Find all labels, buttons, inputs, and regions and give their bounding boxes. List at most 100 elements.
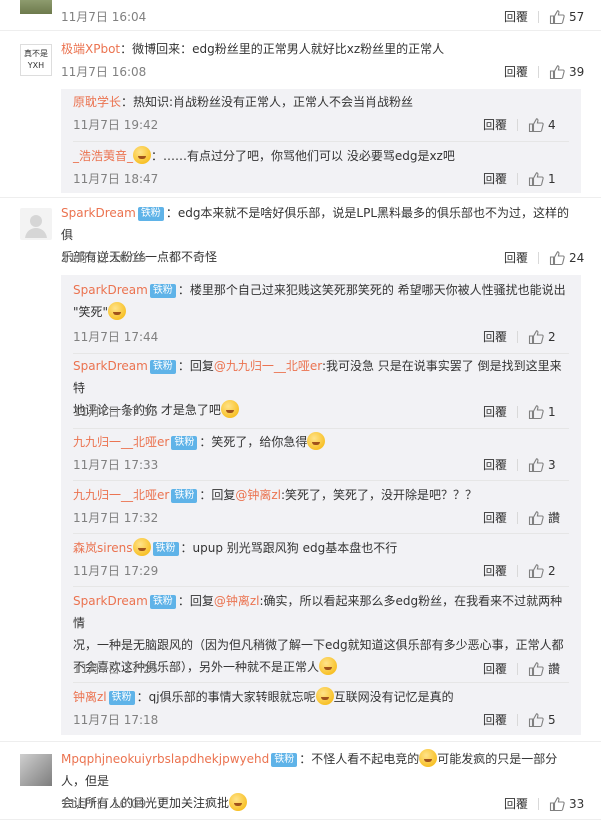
fan-badge: 铁粉 <box>149 595 176 609</box>
reply-button[interactable]: 回覆 <box>483 562 507 580</box>
thumbs-up-icon <box>528 405 544 420</box>
divider <box>73 141 569 142</box>
reply-time: 11月7日 18:47 <box>73 172 159 186</box>
tongue-emoji-icon <box>307 432 326 450</box>
thumbs-up-icon <box>528 511 544 526</box>
divider <box>0 741 601 742</box>
comment-time: 11月7日 16:08 <box>61 65 147 79</box>
divider <box>538 252 539 264</box>
divider <box>538 66 539 78</box>
reply-username[interactable]: SparkDream <box>73 283 148 297</box>
reply-username[interactable]: 钟离zl <box>73 690 107 704</box>
reply-button[interactable]: 回覆 <box>483 456 507 474</box>
like-count: 39 <box>569 65 585 79</box>
divider <box>0 30 601 31</box>
reply-time: 11月7日 19:42 <box>73 118 159 132</box>
reply-button[interactable]: 回覆 <box>483 660 507 678</box>
default-avatar-icon <box>25 215 47 238</box>
reply-prefix: ：回复 <box>177 594 214 608</box>
reply-time: 11月7日 17:29 <box>73 564 159 578</box>
divider <box>517 406 518 418</box>
reply-time: 11月7日 17:25 <box>73 662 159 676</box>
divider <box>73 533 569 534</box>
reply-button[interactable]: 回覆 <box>504 8 528 26</box>
like-count: 讚 <box>548 511 561 525</box>
reply-button[interactable]: 回覆 <box>483 116 507 134</box>
reply-item: SparkDream 铁粉 ：回复@钟离zl:确实，所以看起来那么多edg粉丝，在我… <box>61 590 581 680</box>
reply-username[interactable]: SparkDream <box>73 359 148 373</box>
like-count: 2 <box>548 564 556 578</box>
like-count: 4 <box>548 118 556 132</box>
fan-badge: 铁粉 <box>149 284 176 298</box>
comment-username[interactable]: Mpqphjneokuiyrbslapdhekjpwyehd <box>61 752 269 766</box>
reply-button[interactable]: 回覆 <box>483 170 507 188</box>
divider <box>0 819 601 820</box>
avatar[interactable]: 真不是 YXH <box>20 44 52 76</box>
like-count: 33 <box>569 797 585 811</box>
comment-username[interactable]: 极端XPbot <box>61 42 120 56</box>
reply-username[interactable]: 森岚sirens <box>73 541 133 555</box>
thumbs-up-icon <box>528 662 544 677</box>
comment-item: SparkDream 铁粉 ：edg本来就不是啥好俱乐部，说是LPL黑料最多的俱乐部… <box>0 202 601 272</box>
reply-username[interactable]: _浩浩荑音_ <box>73 149 133 163</box>
reply-text-cont: 互联网没有记忆是真的 <box>333 690 454 704</box>
fan-badge: 铁粉 <box>137 207 164 221</box>
like-count: 24 <box>569 251 585 265</box>
reply-text-cont: "笑死" <box>73 305 109 319</box>
comment-text: ：微博回来：edg粉丝里的正常男人就好比xz粉丝里的正常人 <box>120 42 445 56</box>
avatar-text: 真不是 YXH <box>24 49 48 70</box>
avatar[interactable] <box>20 208 52 240</box>
reply-button[interactable]: 回覆 <box>504 795 528 813</box>
reply-username[interactable]: 九九归一__北哑er <box>73 488 169 502</box>
fan-badge: 铁粉 <box>152 542 179 556</box>
comment-item-partial: 11月7日 16:04 回覆 57 <box>0 0 601 30</box>
divider <box>538 798 539 810</box>
reply-item: 九九归一__北哑er 铁粉 ：笑死了，给你急得 11月7日 17:33 回覆 3 <box>61 431 581 481</box>
comment-item: Mpqphjneokuiyrbslapdhekjpwyehd 铁粉 ：不怪人看不起电… <box>0 748 601 820</box>
thumbs-up-icon <box>549 65 565 80</box>
comment-time: 11月7日 16:09 <box>61 797 147 811</box>
reply-button[interactable]: 回覆 <box>483 711 507 729</box>
divider <box>517 714 518 726</box>
mention-link[interactable]: @九九归一__北哑er <box>214 359 322 373</box>
comment-username[interactable]: SparkDream <box>61 206 136 220</box>
reply-item: 钟离zl 铁粉 ：qj俱乐部的事情大家转眼就忘呢 互联网没有记忆是真的 11月7日 1… <box>61 686 581 734</box>
reply-text: ：qj俱乐部的事情大家转眼就忘呢 <box>136 690 316 704</box>
reply-button[interactable]: 回覆 <box>483 328 507 346</box>
reply-text: ：……有点过分了吧，你骂他们可以 没必要骂edg是xz吧 <box>151 149 455 163</box>
reply-username[interactable]: 原耽学长 <box>73 95 121 109</box>
avatar[interactable] <box>20 754 52 786</box>
reply-text: ：upup 别光骂跟风狗 edg基本盘也不行 <box>180 541 398 555</box>
reply-time: 11月7日 17:32 <box>73 511 159 525</box>
thumbs-up-icon <box>549 797 565 812</box>
reply-text: :笑死了，笑死了，没开除是吧？？？ <box>280 488 478 502</box>
divider <box>517 663 518 675</box>
thumbs-up-icon <box>528 172 544 187</box>
mention-link[interactable]: @钟离zl <box>214 594 260 608</box>
thumbs-up-icon <box>528 118 544 133</box>
reply-time: 11月7日 17:44 <box>73 330 159 344</box>
fan-badge: 铁粉 <box>108 691 135 705</box>
fan-badge: 铁粉 <box>149 360 176 374</box>
reply-time: 11月7日 17:35 <box>73 405 159 419</box>
comment-text: ：不怪人看不起电竞的 <box>299 752 420 766</box>
reply-username[interactable]: SparkDream <box>73 594 148 608</box>
like-count: 1 <box>548 172 556 186</box>
fan-badge: 铁粉 <box>271 753 298 767</box>
reply-button[interactable]: 回覆 <box>504 63 528 81</box>
thumbs-up-icon <box>528 713 544 728</box>
comment-time: 11月7日 16:04 <box>61 10 147 24</box>
mention-link[interactable]: @钟离zl <box>235 488 281 502</box>
divider <box>0 197 601 198</box>
reply-prefix: ：回复 <box>177 359 214 373</box>
reply-button[interactable]: 回覆 <box>483 509 507 527</box>
like-count: 3 <box>548 458 556 472</box>
reply-button[interactable]: 回覆 <box>483 403 507 421</box>
reply-button[interactable]: 回覆 <box>504 249 528 267</box>
reply-username[interactable]: 九九归一__北哑er <box>73 435 169 449</box>
reply-item: SparkDream 铁粉 ：回复@九九归一__北哑er:我可没急 只是在说事实罢了… <box>61 355 581 425</box>
reply-time: 11月7日 17:18 <box>73 713 159 727</box>
like-count: 5 <box>548 713 556 727</box>
avatar[interactable] <box>20 0 52 14</box>
crying-emoji-icon <box>108 302 127 320</box>
